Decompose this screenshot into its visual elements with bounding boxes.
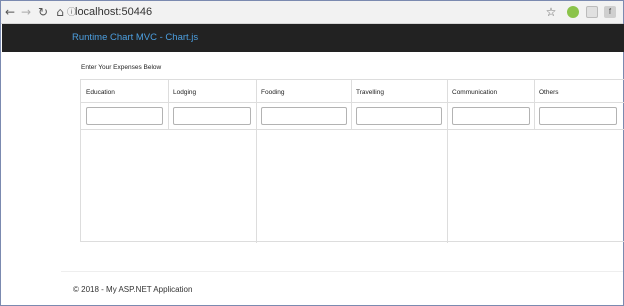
header-cell-communication: Communication (447, 80, 534, 102)
home-icon[interactable]: ⌂ (53, 5, 67, 19)
travelling-input[interactable] (356, 107, 442, 125)
star-icon[interactable]: ☆ (544, 5, 558, 19)
column-divider (447, 80, 448, 243)
app-navbar: Runtime Chart MVC - Chart.js (2, 24, 624, 52)
footer-text: © 2018 - My ASP.NET Application (73, 285, 193, 294)
header-cell-education: Education (81, 80, 168, 102)
column-label: Travelling (356, 89, 384, 96)
footer-divider (61, 271, 623, 272)
navbar-brand-link[interactable]: Runtime Chart MVC - Chart.js (72, 32, 198, 44)
android-extension-icon[interactable] (567, 6, 579, 18)
header-cell-travelling: Travelling (351, 80, 447, 102)
column-label: Education (86, 89, 115, 96)
column-divider (168, 80, 169, 130)
shield-extension-icon[interactable] (586, 6, 598, 18)
header-cell-lodging: Lodging (168, 80, 256, 102)
column-divider (351, 80, 352, 130)
education-input[interactable] (86, 107, 163, 125)
communication-input[interactable] (452, 107, 530, 125)
expenses-table: Education Lodging Fooding Travelling Com… (80, 79, 624, 243)
forward-arrow-icon[interactable]: → (19, 5, 33, 19)
browser-window: ← → ↻ ⌂ ⓘ localhost:50446 ☆ f Runtime Ch… (0, 0, 624, 306)
browser-toolbar: ← → ↻ ⌂ ⓘ localhost:50446 ☆ f (1, 1, 623, 24)
column-label: Communication (452, 89, 498, 96)
lodging-input[interactable] (173, 107, 251, 125)
column-divider (256, 80, 257, 243)
table-input-row (81, 103, 624, 130)
instructions-text: Enter Your Expenses Below (81, 64, 162, 71)
f-extension-icon[interactable]: f (604, 6, 616, 18)
column-label: Others (539, 89, 559, 96)
back-arrow-icon[interactable]: ← (3, 5, 17, 19)
column-divider (534, 80, 535, 130)
header-cell-others: Others (534, 80, 624, 102)
address-bar[interactable]: localhost:50446 (75, 5, 152, 19)
reload-icon[interactable]: ↻ (36, 5, 50, 19)
fooding-input[interactable] (261, 107, 347, 125)
others-input[interactable] (539, 107, 617, 125)
header-cell-fooding: Fooding (256, 80, 351, 102)
column-label: Fooding (261, 89, 285, 96)
table-header-row: Education Lodging Fooding Travelling Com… (81, 80, 624, 103)
column-label: Lodging (173, 89, 197, 96)
info-icon[interactable]: ⓘ (67, 6, 76, 20)
